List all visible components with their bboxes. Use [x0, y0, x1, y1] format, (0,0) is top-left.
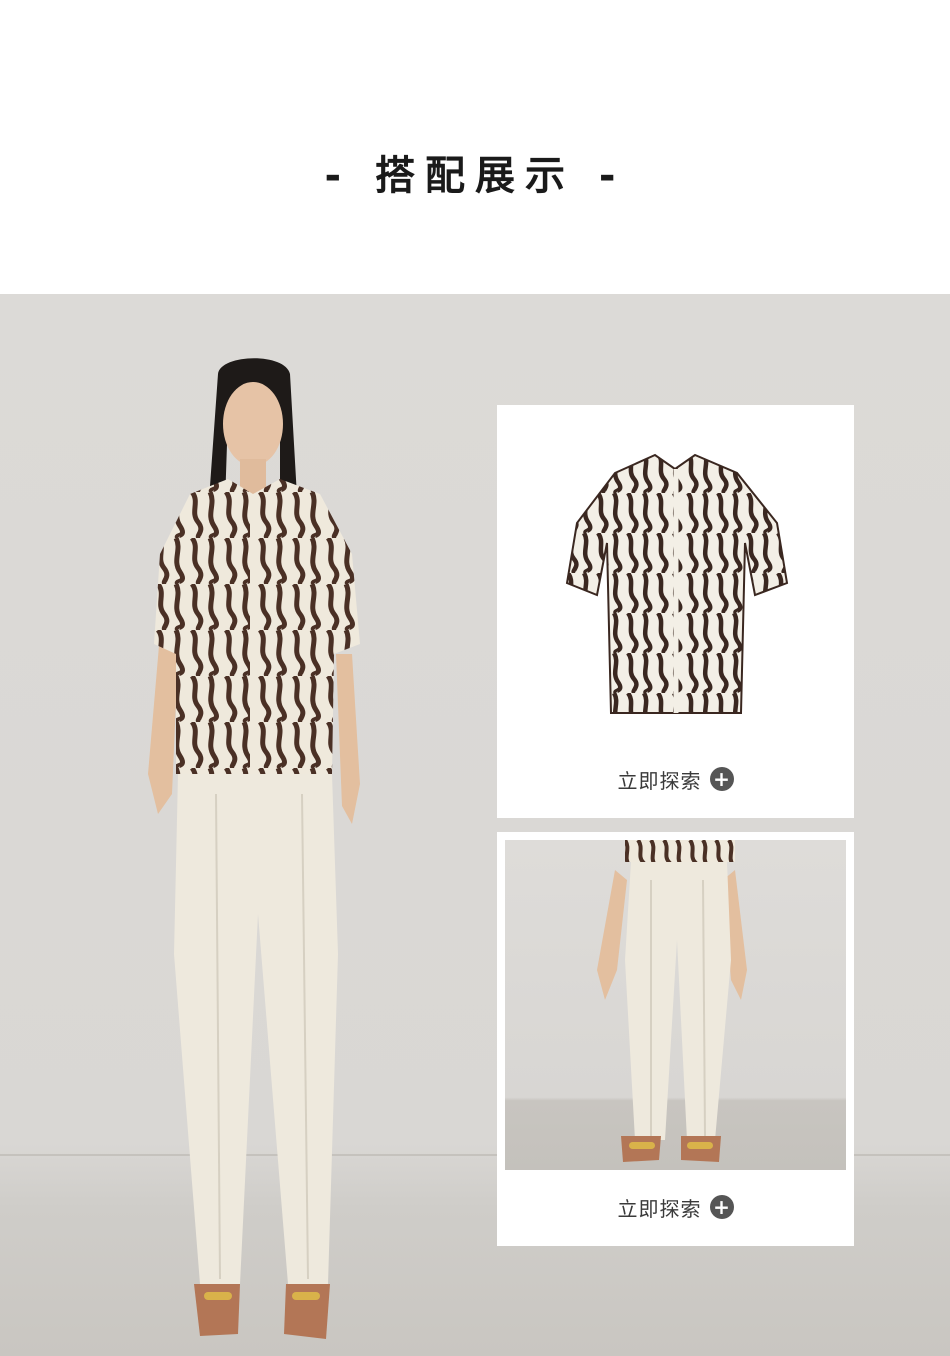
section-title: - 搭配展示 -	[324, 153, 626, 199]
explore-pants-button[interactable]: 立即探索 +	[497, 1187, 854, 1227]
plus-circle-icon: +	[709, 1195, 734, 1219]
product-card-shirt[interactable]: 立即探索 +	[497, 405, 854, 818]
pants-product-image[interactable]	[505, 840, 846, 1170]
plus-circle-icon: +	[709, 767, 734, 791]
explore-label: 立即探索	[617, 1196, 702, 1221]
explore-shirt-button[interactable]: 立即探索 +	[497, 759, 854, 799]
section-header: - 搭配展示 -	[0, 0, 950, 294]
product-card-pants[interactable]: 立即探索 +	[497, 832, 854, 1246]
lookbook-scene: 立即探索 + 立即探索 +	[0, 294, 950, 1356]
model-photo	[148, 358, 360, 1339]
explore-label: 立即探索	[617, 768, 702, 793]
shirt-product-image[interactable]	[505, 413, 846, 743]
